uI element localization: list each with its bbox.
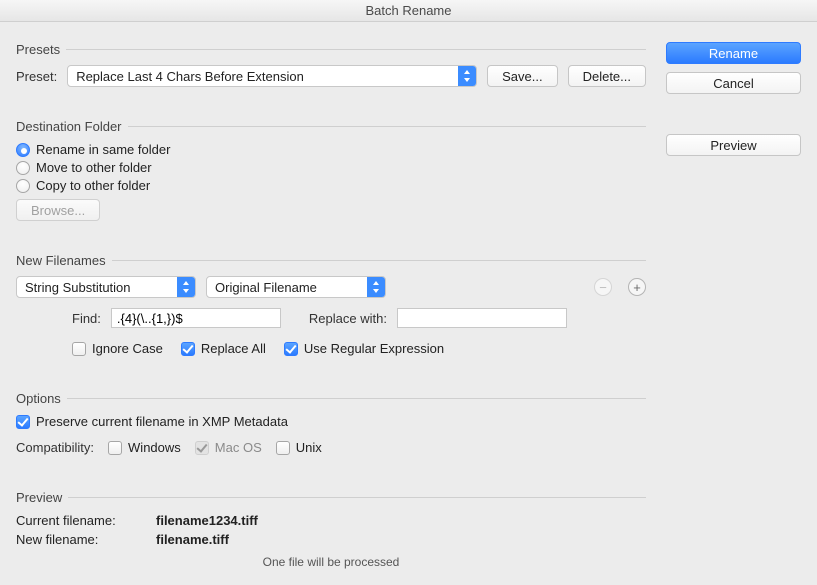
checkbox-label: Ignore Case <box>92 341 163 356</box>
preview-group: Preview Current filename: filename1234.t… <box>16 480 646 577</box>
replace-input[interactable] <box>397 308 567 328</box>
component-type-select[interactable]: String Substitution <box>16 276 196 298</box>
checkbox-box-icon <box>72 342 86 356</box>
radio-dot-icon <box>16 143 30 157</box>
component-type-value: String Substitution <box>17 280 177 295</box>
checkbox-box-icon <box>108 441 122 455</box>
divider <box>128 126 647 127</box>
radio-copy-other-folder[interactable]: Copy to other folder <box>16 178 646 193</box>
radio-label: Rename in same folder <box>36 142 170 157</box>
source-select-value: Original Filename <box>207 280 367 295</box>
add-component-button[interactable]: + <box>628 278 646 296</box>
radio-dot-icon <box>16 179 30 193</box>
find-input[interactable] <box>111 308 281 328</box>
preview-heading: Preview <box>16 490 68 505</box>
checkbox-ignore-case[interactable]: Ignore Case <box>72 341 163 356</box>
preset-select[interactable]: Replace Last 4 Chars Before Extension <box>67 65 477 87</box>
new-filenames-group: New Filenames String Substitution Origin… <box>16 243 646 367</box>
options-heading: Options <box>16 391 67 406</box>
divider <box>112 260 646 261</box>
new-filenames-heading: New Filenames <box>16 253 112 268</box>
new-filename-value: filename.tiff <box>156 532 229 547</box>
chevron-updown-icon <box>367 277 385 297</box>
checkbox-box-icon <box>16 415 30 429</box>
find-label: Find: <box>72 311 101 326</box>
checkbox-label: Replace All <box>201 341 266 356</box>
delete-preset-button[interactable]: Delete... <box>568 65 646 87</box>
batch-rename-window: Batch Rename Presets Preset: Replace Las… <box>0 0 817 573</box>
destination-group: Destination Folder Rename in same folder… <box>16 109 646 229</box>
checkbox-label: Unix <box>296 440 322 455</box>
save-preset-button[interactable]: Save... <box>487 65 557 87</box>
presets-heading: Presets <box>16 42 66 57</box>
checkbox-label: Preserve current filename in XMP Metadat… <box>36 414 288 429</box>
preview-button[interactable]: Preview <box>666 134 801 156</box>
checkbox-label: Use Regular Expression <box>304 341 444 356</box>
browse-button[interactable]: Browse... <box>16 199 100 221</box>
replace-label: Replace with: <box>309 311 387 326</box>
remove-component-button[interactable]: − <box>594 278 612 296</box>
checkbox-compat-windows[interactable]: Windows <box>108 440 181 455</box>
radio-move-other-folder[interactable]: Move to other folder <box>16 160 646 175</box>
chevron-updown-icon <box>458 66 476 86</box>
preset-select-value: Replace Last 4 Chars Before Extension <box>68 69 458 84</box>
checkbox-compat-unix[interactable]: Unix <box>276 440 322 455</box>
checkbox-box-icon <box>181 342 195 356</box>
source-select[interactable]: Original Filename <box>206 276 386 298</box>
checkbox-box-icon <box>284 342 298 356</box>
divider <box>68 497 646 498</box>
checkbox-use-regex[interactable]: Use Regular Expression <box>284 341 444 356</box>
radio-dot-icon <box>16 161 30 175</box>
divider <box>66 49 646 50</box>
checkbox-replace-all[interactable]: Replace All <box>181 341 266 356</box>
window-title: Batch Rename <box>0 0 817 22</box>
presets-group: Presets Preset: Replace Last 4 Chars Bef… <box>16 32 646 95</box>
radio-rename-same-folder[interactable]: Rename in same folder <box>16 142 646 157</box>
current-filename-value: filename1234.tiff <box>156 513 258 528</box>
preview-status: One file will be processed <box>16 555 646 569</box>
destination-heading: Destination Folder <box>16 119 128 134</box>
checkbox-compat-macos: Mac OS <box>195 440 262 455</box>
current-filename-label: Current filename: <box>16 513 156 528</box>
preset-label: Preset: <box>16 69 57 84</box>
chevron-updown-icon <box>177 277 195 297</box>
checkbox-box-icon <box>195 441 209 455</box>
options-group: Options Preserve current filename in XMP… <box>16 381 646 466</box>
rename-button[interactable]: Rename <box>666 42 801 64</box>
radio-label: Copy to other folder <box>36 178 150 193</box>
compatibility-label: Compatibility: <box>16 440 94 455</box>
checkbox-preserve-xmp[interactable]: Preserve current filename in XMP Metadat… <box>16 414 646 429</box>
action-sidebar: Rename Cancel Preview <box>666 32 801 577</box>
divider <box>67 398 646 399</box>
radio-label: Move to other folder <box>36 160 152 175</box>
checkbox-box-icon <box>276 441 290 455</box>
new-filename-label: New filename: <box>16 532 156 547</box>
checkbox-label: Mac OS <box>215 440 262 455</box>
cancel-button[interactable]: Cancel <box>666 72 801 94</box>
checkbox-label: Windows <box>128 440 181 455</box>
